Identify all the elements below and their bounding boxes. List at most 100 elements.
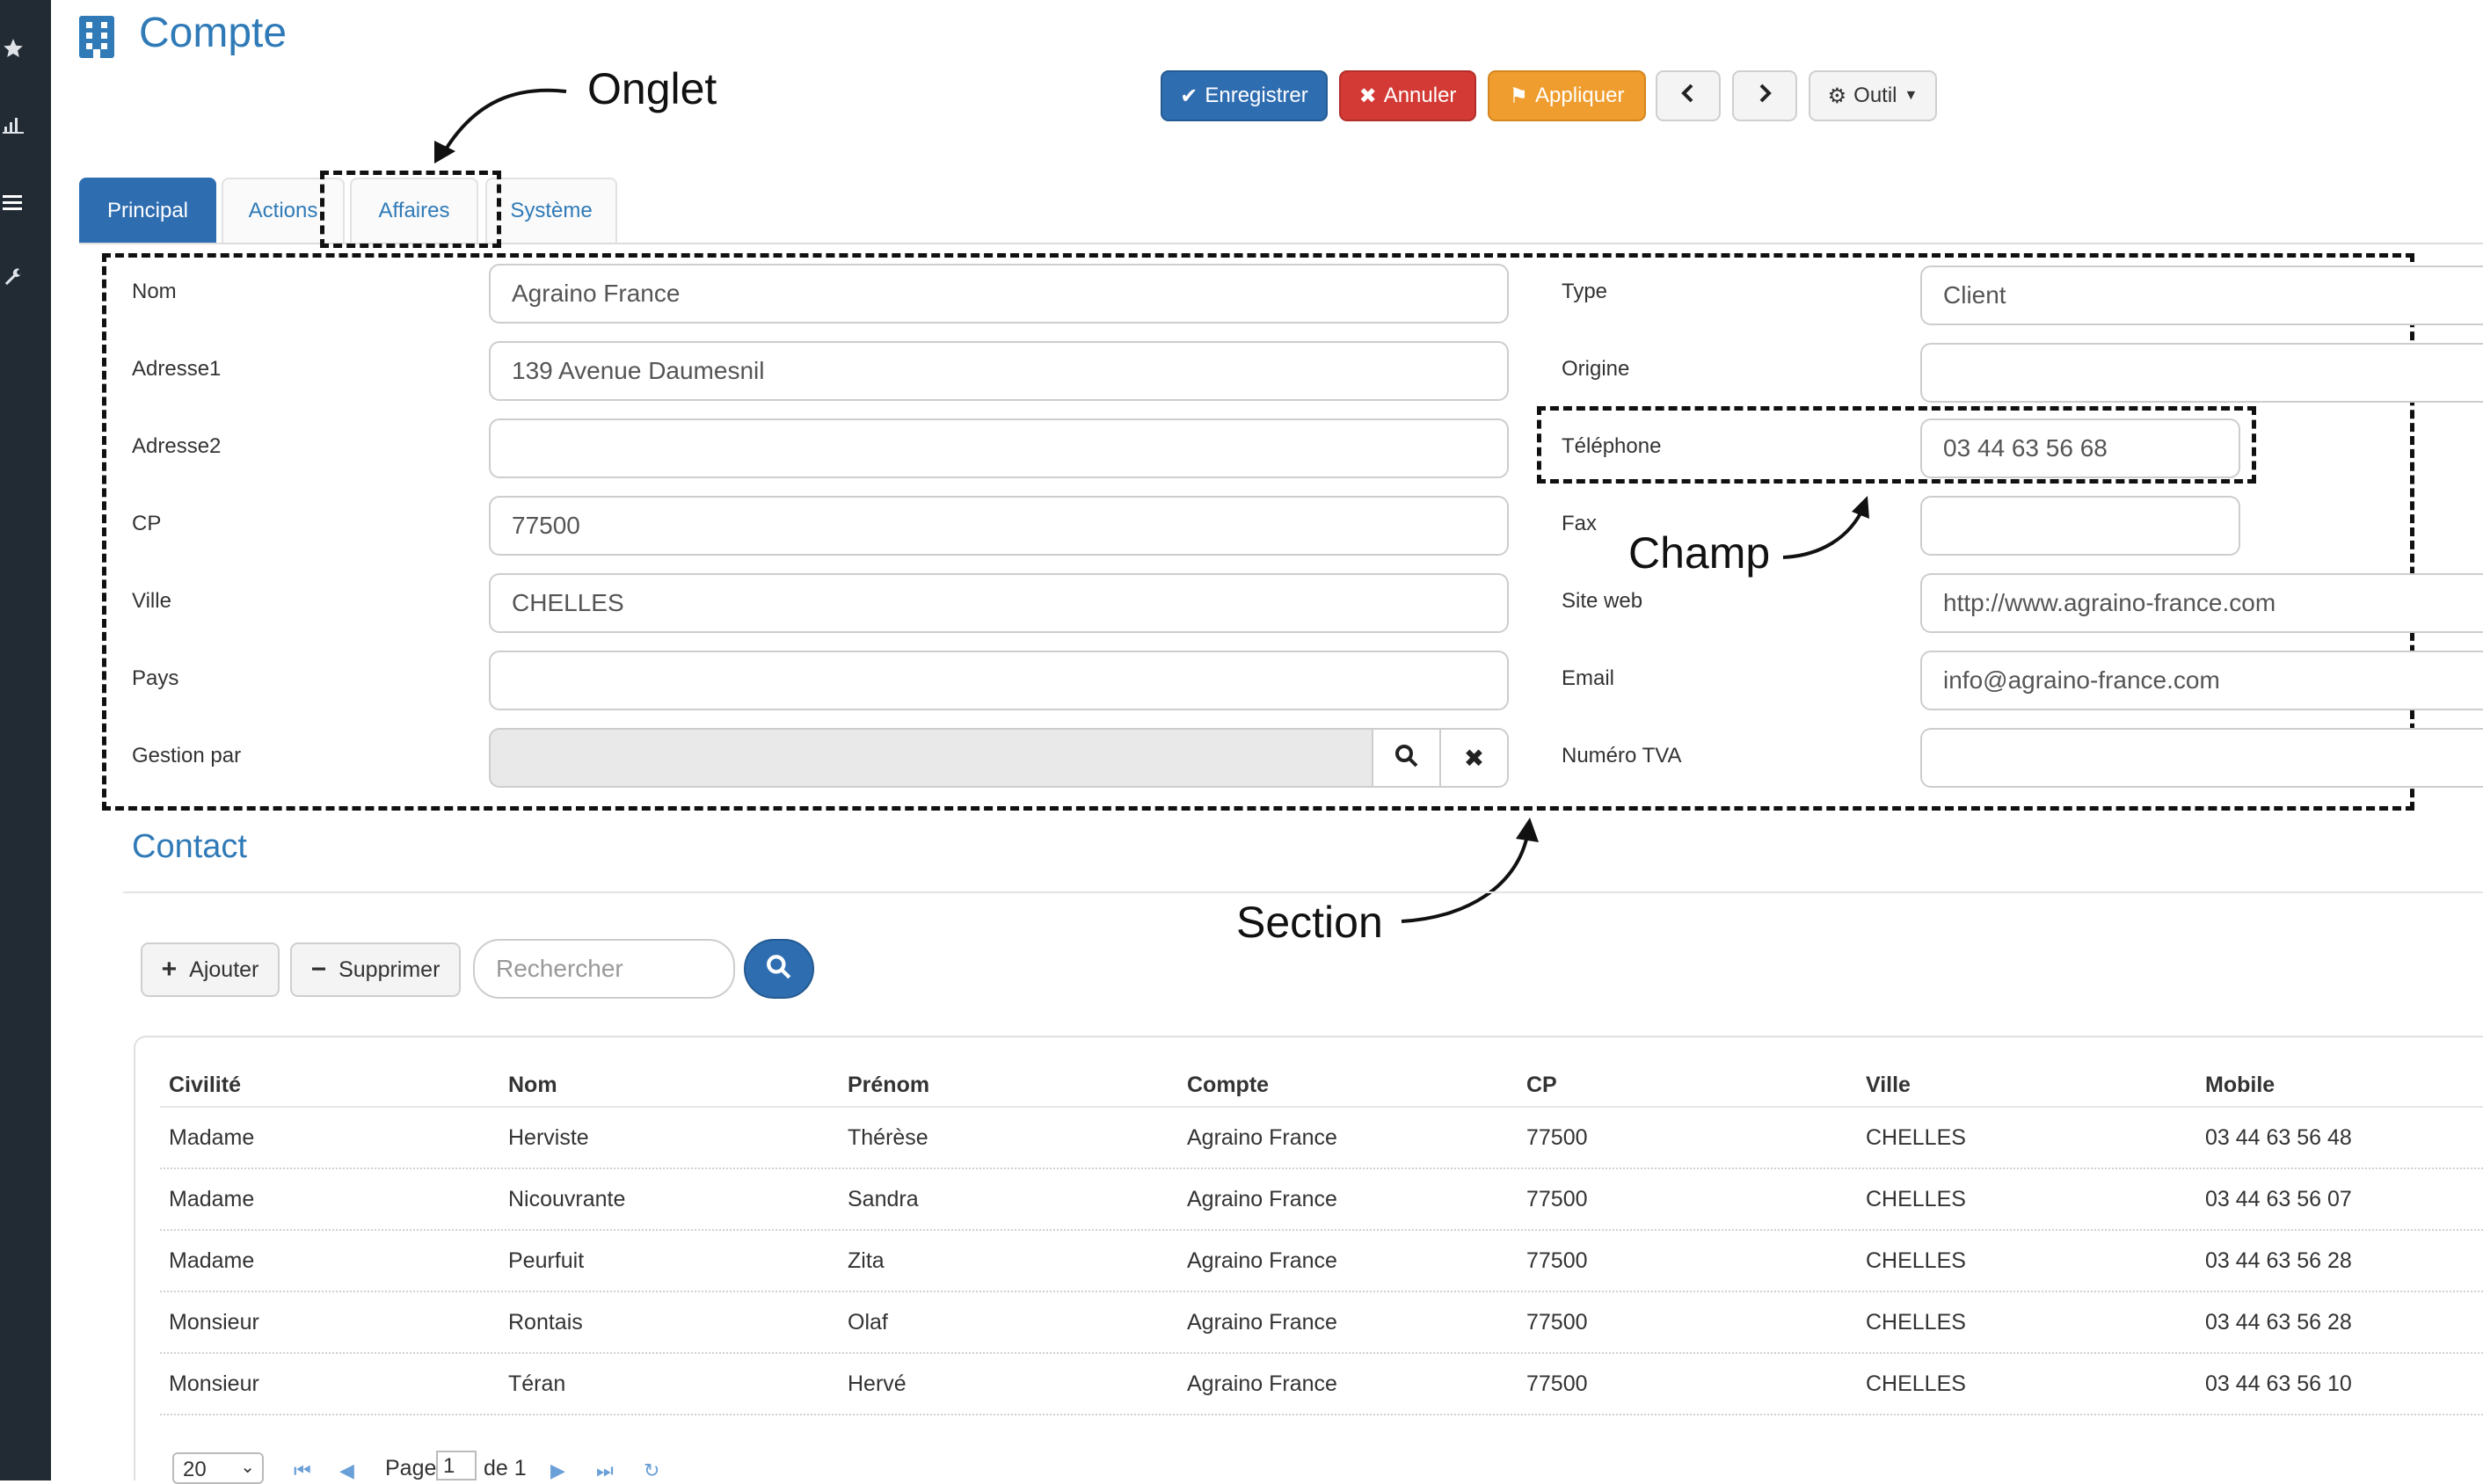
close-icon: ✖	[1463, 744, 1485, 772]
table-cell[interactable]: Madame	[169, 1248, 254, 1274]
table-cell[interactable]: 77500	[1526, 1371, 1588, 1397]
tab-systeme[interactable]: Système	[485, 178, 617, 243]
table-cell[interactable]: CHELLES	[1866, 1310, 1966, 1335]
gestion-par-clear-button[interactable]: ✖	[1439, 728, 1509, 788]
contact-search-input[interactable]: Rechercher	[473, 939, 735, 999]
table-cell[interactable]: 03 44 63 56 28	[2205, 1248, 2352, 1274]
gestion-par-search-button[interactable]	[1372, 728, 1441, 788]
save-button[interactable]: ✔ Enregistrer	[1161, 70, 1328, 121]
annotation-field-label: Champ	[1628, 528, 1771, 578]
search-icon	[766, 954, 792, 985]
nom-input[interactable]: Agraino France	[489, 264, 1509, 324]
table-cell[interactable]: Agraino France	[1187, 1248, 1337, 1274]
wrench-icon[interactable]	[0, 266, 26, 292]
annotation-tab-arrow	[434, 88, 567, 164]
menu-icon[interactable]	[0, 190, 26, 216]
tool-label: Outil	[1853, 84, 1897, 107]
table-cell[interactable]: Hervé	[848, 1371, 907, 1397]
building-icon	[77, 16, 116, 58]
fax-input[interactable]	[1920, 496, 2240, 556]
site-web-input[interactable]: http://www.agraino-france.com	[1920, 573, 2483, 633]
numero-tva-input[interactable]	[1920, 728, 2483, 788]
column-header-prenom[interactable]: Prénom	[848, 1073, 929, 1098]
ville-input[interactable]: CHELLES	[489, 573, 1509, 633]
add-label: Ajouter	[189, 957, 259, 982]
apply-label: Appliquer	[1535, 84, 1625, 107]
tool-dropdown-button[interactable]: ⚙ Outil ▼	[1809, 70, 1937, 121]
table-cell[interactable]: Agraino France	[1187, 1187, 1337, 1212]
table-cell[interactable]: Nicouvrante	[508, 1187, 625, 1212]
tab-principal[interactable]: Principal	[79, 178, 216, 243]
column-header-cp[interactable]: CP	[1526, 1073, 1557, 1098]
next-page-icon[interactable]: ▶	[550, 1459, 565, 1482]
star-icon[interactable]	[0, 35, 26, 62]
contact-search-button[interactable]	[744, 939, 814, 999]
table-cell[interactable]: Sandra	[848, 1187, 919, 1212]
gear-icon: ⚙	[1827, 84, 1847, 108]
last-page-icon[interactable]: ⏭	[596, 1459, 614, 1482]
table-cell[interactable]: Monsieur	[169, 1310, 259, 1335]
table-cell[interactable]: CHELLES	[1866, 1371, 1966, 1397]
table-row-divider	[160, 1168, 2483, 1169]
previous-button[interactable]	[1656, 70, 1721, 121]
table-cell[interactable]: CHELLES	[1866, 1125, 1966, 1151]
table-cell[interactable]: Herviste	[508, 1125, 589, 1151]
page-size-select[interactable]: 20 ⌄	[172, 1452, 264, 1484]
apply-button[interactable]: ⚑ Appliquer	[1488, 70, 1646, 121]
table-cell[interactable]: 03 44 63 56 07	[2205, 1187, 2352, 1212]
table-cell[interactable]: Madame	[169, 1125, 254, 1151]
table-cell[interactable]: Agraino France	[1187, 1125, 1337, 1151]
minus-icon: −	[310, 955, 327, 984]
column-header-compte[interactable]: Compte	[1187, 1073, 1269, 1098]
column-header-civilite[interactable]: Civilité	[169, 1073, 241, 1098]
close-icon: ✖	[1358, 84, 1377, 108]
column-header-ville[interactable]: Ville	[1866, 1073, 1911, 1098]
remove-contact-button[interactable]: − Supprimer	[290, 942, 461, 997]
table-cell[interactable]: Peurfuit	[508, 1248, 584, 1274]
table-cell[interactable]: CHELLES	[1866, 1187, 1966, 1212]
table-cell[interactable]: 77500	[1526, 1248, 1588, 1274]
column-header-nom[interactable]: Nom	[508, 1073, 557, 1098]
page-number-input[interactable]: 1	[436, 1451, 477, 1480]
table-cell[interactable]: Madame	[169, 1187, 254, 1212]
table-cell[interactable]: Rontais	[508, 1310, 583, 1335]
label-adresse1: Adresse1	[132, 357, 222, 381]
annotation-field-arrow	[1782, 496, 1869, 559]
table-cell[interactable]: Agraino France	[1187, 1310, 1337, 1335]
adresse2-input[interactable]	[489, 418, 1509, 478]
email-input[interactable]: info@agraino-france.com	[1920, 651, 2483, 710]
table-cell[interactable]: Thérèse	[848, 1125, 928, 1151]
table-cell[interactable]: Agraino France	[1187, 1371, 1337, 1397]
first-page-icon[interactable]: ⏮	[294, 1459, 311, 1482]
table-cell[interactable]: Zita	[848, 1248, 885, 1274]
caret-down-icon: ▼	[1904, 88, 1919, 103]
table-cell[interactable]: Olaf	[848, 1310, 888, 1335]
pays-input[interactable]	[489, 651, 1509, 710]
sidebar	[0, 0, 51, 1480]
next-button[interactable]	[1732, 70, 1797, 121]
table-cell[interactable]: CHELLES	[1866, 1248, 1966, 1274]
table-row-divider	[160, 1414, 2483, 1415]
previous-page-icon[interactable]: ◀	[339, 1459, 354, 1482]
label-numero-tva: Numéro TVA	[1562, 744, 1682, 767]
column-header-mobile[interactable]: Mobile	[2205, 1073, 2275, 1098]
table-cell[interactable]: Téran	[508, 1371, 565, 1397]
add-contact-button[interactable]: + Ajouter	[141, 942, 280, 997]
cancel-button[interactable]: ✖ Annuler	[1339, 70, 1476, 121]
label-gestion-par: Gestion par	[132, 744, 242, 767]
table-cell[interactable]: 77500	[1526, 1310, 1588, 1335]
cp-input[interactable]: 77500	[489, 496, 1509, 556]
adresse1-input[interactable]: 139 Avenue Daumesnil	[489, 341, 1509, 401]
origine-select[interactable]	[1920, 343, 2483, 403]
table-cell[interactable]: 03 44 63 56 28	[2205, 1310, 2352, 1335]
table-cell[interactable]: Monsieur	[169, 1371, 259, 1397]
table-cell[interactable]: 77500	[1526, 1187, 1588, 1212]
search-icon	[1394, 744, 1419, 773]
table-cell[interactable]: 03 44 63 56 10	[2205, 1371, 2352, 1397]
table-cell[interactable]: 03 44 63 56 48	[2205, 1125, 2352, 1151]
type-select[interactable]: Client	[1920, 266, 2483, 325]
bar-chart-icon[interactable]	[0, 111, 26, 137]
annotation-section-label: Section	[1236, 898, 1383, 947]
refresh-icon[interactable]: ↻	[644, 1459, 659, 1482]
table-cell[interactable]: 77500	[1526, 1125, 1588, 1151]
